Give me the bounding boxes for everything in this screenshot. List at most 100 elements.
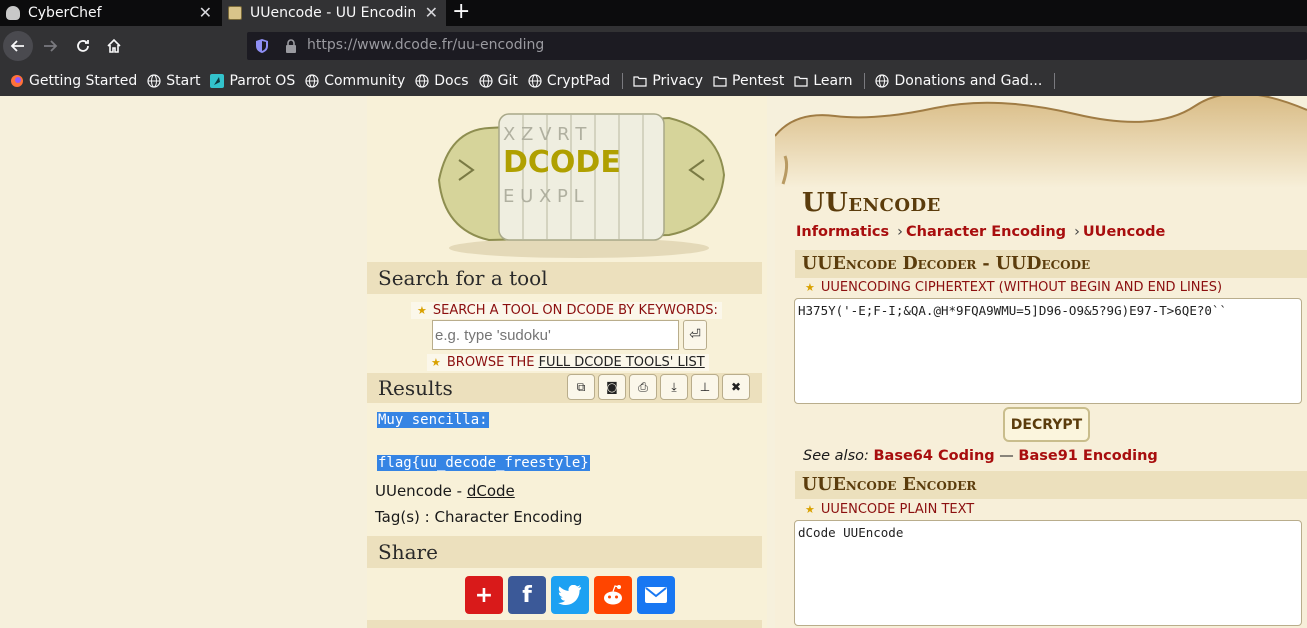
new-tab-button[interactable]: + [452,0,470,24]
reload-button[interactable] [70,33,96,59]
close-icon[interactable]: ✕ [425,3,438,22]
bookmark-folder-privacy[interactable]: Privacy [633,73,703,89]
bookmark-getting-started[interactable]: Getting Started [10,73,137,89]
see-also-separator: — [999,448,1014,464]
tab-uuencode[interactable]: UUencode - UU Encoding ✕ [222,0,446,26]
page-title: UUencode [802,188,941,218]
search-keywords-label: ★ SEARCH A TOOL ON DCODE BY KEYWORDS: [411,302,722,319]
url-path: /uu-encoding [452,37,545,53]
bookmark-docs[interactable]: Docs [415,73,469,89]
result-line[interactable]: flag{uu_decode_freestyle} [377,455,590,471]
facebook-icon: f [522,582,532,608]
share-email-button[interactable] [637,576,675,614]
bookmark-label: Start [166,73,201,89]
bookmark-label: Parrot OS [229,73,296,89]
share-more-button[interactable]: + [465,576,503,614]
bookmark-label: CryptPad [546,73,611,89]
search-submit-button[interactable]: ⏎ [683,320,707,350]
pin-button[interactable]: ⊥ [691,374,719,400]
breadcrumb-item-character-encoding[interactable]: Character Encoding [906,224,1066,240]
close-icon[interactable]: ✕ [199,3,212,22]
arrow-left-icon [10,40,24,52]
breadcrumb: Informatics › Character Encoding › UUencode [796,224,1165,240]
reload-icon [77,40,89,52]
forward-button[interactable] [37,33,63,59]
page-content: X Z V R T E U X P L DCODE Search for a t… [0,96,1307,628]
bookmark-label: Learn [813,73,853,89]
full-tools-list-link[interactable]: FULL DCODE TOOLS' LIST [539,355,705,370]
ciphertext-textarea[interactable]: H375Y('-E;F-I;&QA.@H*9FQA9WMU=5]D96-O9&5… [794,298,1302,404]
bookmark-parrot-os[interactable]: Parrot OS [210,73,295,89]
bookmark-cryptpad[interactable]: CryptPad [528,73,610,89]
breadcrumb-item-informatics[interactable]: Informatics [796,224,889,240]
bookmark-label: Donations and Gad... [894,73,1043,89]
breadcrumb-separator: › [1074,224,1080,240]
tab-title: UUencode - UU Encoding [250,5,415,21]
share-section-title: Share [367,536,762,568]
star-icon: ★ [431,356,441,369]
copy-button[interactable]: ⧉ [567,374,595,400]
share-twitter-button[interactable] [551,576,589,614]
bookmark-donations[interactable]: Donations and Gad... [875,73,1042,89]
tools-sidebar: X Z V R T E U X P L DCODE Search for a t… [367,96,767,628]
base91-link[interactable]: Base91 Encoding [1018,448,1157,464]
reddit-icon [604,585,622,605]
firefox-icon [11,75,23,87]
share-reddit-button[interactable] [594,576,632,614]
bookmark-label: Community [324,73,406,89]
clear-button[interactable]: ✖ [722,374,750,400]
result-source-prefix: UUencode - [375,482,467,500]
dcode-link[interactable]: dCode [467,482,515,500]
results-toolbar: ⧉ ◙ ⎙ ⤓ ⊥ ✖ [567,374,750,400]
bookmark-folder-learn[interactable]: Learn [794,73,852,89]
plus-icon: + [474,582,494,608]
plaintext-textarea[interactable]: dCode UUEncode [794,520,1302,626]
parchment-banner [775,96,1307,188]
home-button[interactable] [101,33,127,59]
bookmark-start[interactable]: Start [147,73,200,89]
bookmark-git[interactable]: Git [478,73,518,89]
bookmark-community[interactable]: Community [305,73,405,89]
print-icon: ⎙ [638,379,648,394]
print-button[interactable]: ⎙ [629,374,657,400]
bookmark-label: Docs [434,73,469,89]
dcode-logo[interactable]: X Z V R T E U X P L DCODE [419,100,739,260]
svg-text:X Z V R T: X Z V R T [503,124,587,145]
back-button[interactable] [3,31,33,61]
breadcrumb-item-uuencode[interactable]: UUencode [1083,224,1165,240]
share-facebook-button[interactable]: f [508,576,546,614]
dcode-favicon-icon [228,6,242,20]
star-icon: ★ [417,304,427,317]
see-also: See also: Base64 Coding — Base91 Encodin… [803,448,1158,464]
download-button[interactable]: ⤓ [660,374,688,400]
shield-icon[interactable] [255,38,269,54]
plaintext-label: ★ UUENCODE PLAIN TEXT [805,502,974,517]
parrot-icon [210,74,225,88]
bookmark-separator [1054,73,1056,89]
lock-icon[interactable] [285,39,297,53]
result-source: UUencode - dCode [375,482,515,500]
camera-icon: ◙ [606,380,618,394]
folder-icon [713,76,727,87]
nav-bar: https://www.dcode.fr/uu-encoding [0,26,1307,66]
screenshot-button[interactable]: ◙ [598,374,626,400]
url-host: https://www.dcode.fr [307,37,453,53]
url-text[interactable]: https://www.dcode.fr/uu-encoding [307,37,544,53]
encoder-section-title: UUEncode Encoder [795,471,1307,499]
globe-icon [875,74,890,88]
decrypt-button[interactable]: DECRYPT [1003,407,1090,442]
result-line[interactable]: Muy sencilla: [377,412,489,428]
globe-icon [147,74,161,88]
star-icon: ★ [805,503,815,516]
bookmark-folder-pentest[interactable]: Pentest [713,73,784,89]
tab-bar: CyberChef ✕ UUencode - UU Encoding ✕ + [0,0,1307,26]
url-bar[interactable]: https://www.dcode.fr/uu-encoding [247,32,1307,60]
bookmark-separator [864,73,866,89]
tool-search-input[interactable] [432,320,679,350]
close-icon: ✖ [730,380,742,394]
base64-link[interactable]: Base64 Coding [874,448,995,464]
ciphertext-label: ★ UUENCODING CIPHERTEXT (WITHOUT BEGIN AN… [805,280,1222,295]
breadcrumb-separator: › [897,224,903,240]
globe-icon [415,74,429,88]
tab-cyberchef[interactable]: CyberChef ✕ [0,0,220,26]
